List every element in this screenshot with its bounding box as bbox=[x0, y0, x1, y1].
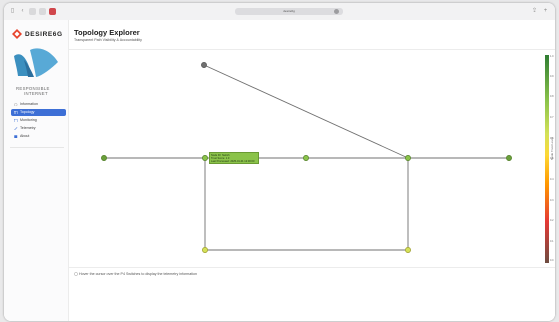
tab-favicon-2[interactable] bbox=[39, 8, 46, 15]
new-tab-icon[interactable]: + bbox=[542, 8, 549, 15]
sidebar-item-monitoring[interactable]: Monitoring bbox=[11, 117, 66, 124]
address-text: desire6g bbox=[283, 9, 295, 13]
footer-divider bbox=[69, 267, 555, 268]
legend-tick: 0.8 bbox=[550, 95, 554, 98]
browser-toolbar: ▯ ‹ desire6g ⇪ + bbox=[4, 3, 555, 21]
chart-icon bbox=[14, 118, 18, 123]
tab-favicon-3[interactable] bbox=[49, 8, 56, 15]
tooltip-line-3: Last Processed: 2025-01-01 12:00:00 bbox=[211, 160, 255, 164]
topology-node-switch-1[interactable] bbox=[202, 155, 208, 161]
sidebar-item-topology[interactable]: Topology bbox=[11, 109, 66, 116]
tab-favicon-1[interactable] bbox=[29, 8, 36, 15]
address-bar[interactable]: desire6g bbox=[235, 8, 343, 15]
legend-tick: 0.0 bbox=[550, 259, 554, 262]
sidebar-item-label: Monitoring bbox=[20, 118, 37, 122]
back-icon[interactable]: ‹ bbox=[19, 8, 26, 15]
partner-logo-graphic bbox=[14, 48, 58, 77]
trust-color-scale bbox=[545, 55, 549, 263]
legend-tick: 0.2 bbox=[550, 219, 554, 222]
topology-node-host-right[interactable] bbox=[506, 155, 512, 161]
sidebar-item-label: About bbox=[20, 134, 30, 138]
topology-node-switch-4[interactable] bbox=[202, 247, 208, 253]
topology-node-switch-3[interactable] bbox=[405, 155, 411, 161]
legend-tick: 0.3 bbox=[550, 199, 554, 202]
legend-tick: 0.9 bbox=[550, 75, 554, 78]
browser-window: ▯ ‹ desire6g ⇪ + DESIRE6G RESPONSIBLE IN… bbox=[4, 3, 555, 321]
brand-mark-icon bbox=[12, 29, 22, 39]
info-icon bbox=[14, 102, 18, 107]
telemetry-icon bbox=[14, 126, 18, 131]
legend-tick: 1.0 bbox=[550, 55, 554, 58]
sidebar-item-about[interactable]: About bbox=[11, 133, 66, 140]
sidebar-item-telemetry[interactable]: Telemetry bbox=[11, 125, 66, 132]
legend-title: Node Trust Level bbox=[550, 137, 554, 160]
share-icon[interactable]: ⇪ bbox=[531, 8, 538, 15]
main-content: Topology Explorer Transparent Path Visib… bbox=[69, 20, 555, 321]
sidebar-item-label: Topology bbox=[20, 110, 35, 114]
sidebar-divider bbox=[10, 147, 64, 148]
topology-icon bbox=[14, 110, 18, 115]
about-icon bbox=[14, 135, 18, 139]
node-tooltip: Node ID: Switch Trust Score: 1.0 Last Pr… bbox=[209, 152, 259, 164]
legend-tick: 0.7 bbox=[550, 116, 554, 119]
brand-logo[interactable]: DESIRE6G bbox=[12, 29, 63, 39]
edge-top-to-switch bbox=[203, 64, 409, 159]
info-icon bbox=[74, 272, 78, 276]
topology-node-host-top[interactable] bbox=[201, 62, 207, 68]
topology-graph[interactable] bbox=[69, 20, 555, 267]
sidebar: DESIRE6G RESPONSIBLE INTERNET Informatio… bbox=[4, 20, 69, 321]
topology-node-switch-5[interactable] bbox=[405, 247, 411, 253]
sidebar-nav: Information Topology Monitoring Telemetr… bbox=[11, 101, 66, 141]
sidebar-item-label: Information bbox=[20, 102, 38, 106]
topology-node-host-left[interactable] bbox=[101, 155, 107, 161]
extension-icon[interactable] bbox=[334, 9, 339, 14]
partner-logo: RESPONSIBLE INTERNET bbox=[12, 46, 60, 98]
legend-tick: 0.4 bbox=[550, 178, 554, 181]
sidebar-toggle-icon[interactable]: ▯ bbox=[9, 8, 16, 15]
partner-logo-line2: INTERNET bbox=[24, 91, 48, 96]
topology-node-switch-2[interactable] bbox=[303, 155, 309, 161]
brand-name: DESIRE6G bbox=[25, 30, 63, 38]
telemetry-hint: Hover the cursor over the P4 Switches to… bbox=[79, 272, 198, 276]
legend-tick: 0.1 bbox=[550, 240, 554, 243]
sidebar-item-label: Telemetry bbox=[20, 126, 36, 130]
sidebar-item-information[interactable]: Information bbox=[11, 101, 66, 108]
